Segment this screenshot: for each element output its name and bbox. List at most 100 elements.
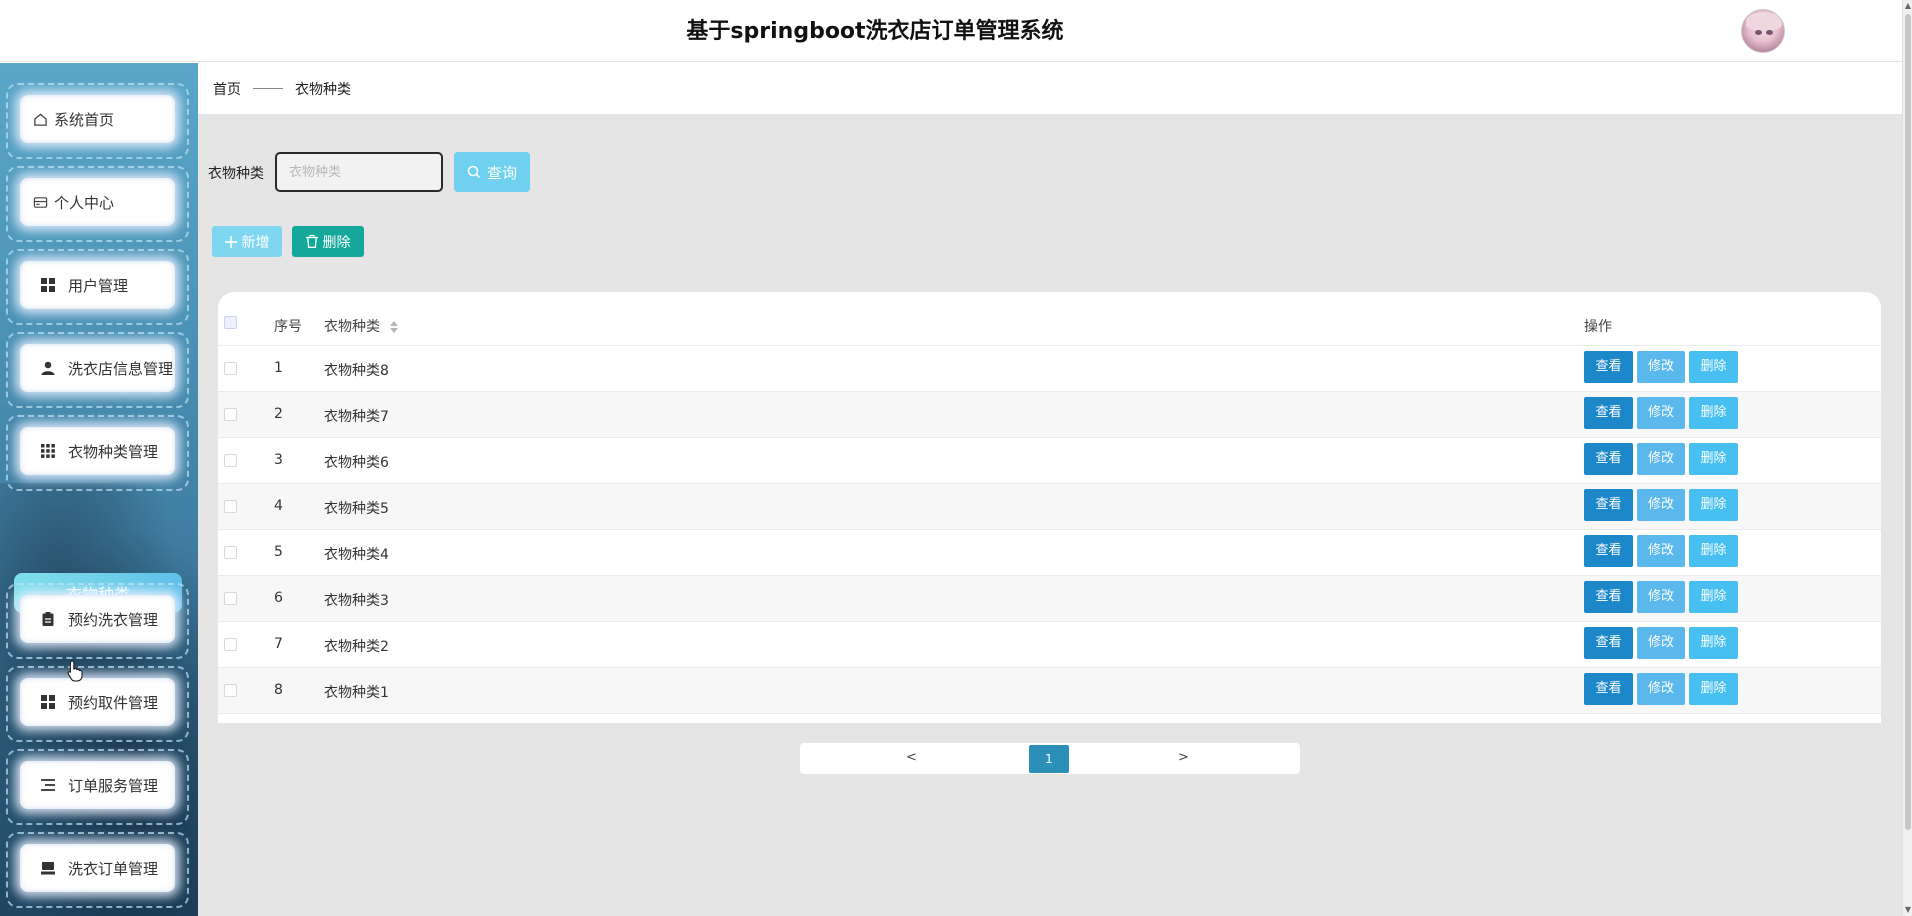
query-button[interactable]: 查询 bbox=[454, 152, 530, 192]
edit-button[interactable]: 修改 bbox=[1637, 489, 1685, 521]
main-content: 衣物种类 查询 新增 删除 序号 衣物种类 操作 1衣物种类8查看修改删除2衣物… bbox=[198, 115, 1902, 916]
row-checkbox[interactable] bbox=[224, 638, 237, 651]
table-row: 6 衣物种类3 查看 修改 删除 bbox=[218, 576, 1881, 622]
table-row: 8 衣物种类1 查看 修改 删除 bbox=[218, 668, 1881, 714]
row-clothing-type: 衣物种类7 bbox=[324, 409, 389, 425]
row-clothing-type: 衣物种类4 bbox=[324, 547, 389, 563]
edit-button[interactable]: 修改 bbox=[1637, 627, 1685, 659]
vertical-scrollbar[interactable]: ▲ ▼ bbox=[1902, 0, 1912, 916]
app-title: 基于springboot洗衣店订单管理系统 bbox=[686, 19, 1064, 44]
sidebar-item-laundry-orders[interactable]: 洗衣订单管理 bbox=[6, 832, 189, 908]
delete-button[interactable]: 删除 bbox=[1689, 581, 1738, 613]
mouse-cursor-icon bbox=[67, 660, 83, 682]
wallet-icon bbox=[32, 194, 48, 210]
sidebar-item-clothing-types[interactable]: 衣物种类管理 bbox=[6, 415, 189, 491]
select-all-checkbox[interactable] bbox=[224, 316, 237, 329]
avatar[interactable] bbox=[1741, 9, 1785, 53]
avatar-eye bbox=[1766, 30, 1773, 35]
sidebar-item-order-service[interactable]: 订单服务管理 bbox=[6, 749, 189, 825]
row-no: 1 bbox=[274, 360, 283, 376]
row-checkbox[interactable] bbox=[224, 362, 237, 375]
sidebar-item-label: 用户管理 bbox=[68, 276, 129, 295]
delete-button[interactable]: 删除 bbox=[1689, 489, 1738, 521]
pagination: < 1 > bbox=[800, 743, 1300, 774]
delete-button[interactable]: 删除 bbox=[1689, 627, 1738, 659]
row-no: 3 bbox=[274, 452, 283, 468]
delete-button[interactable]: 删除 bbox=[1689, 397, 1738, 429]
delete-button[interactable]: 删除 bbox=[1689, 535, 1738, 567]
grid-icon bbox=[40, 694, 56, 710]
sidebar-item-profile[interactable]: 个人中心 bbox=[6, 166, 189, 242]
sidebar-item-laundry-booking[interactable]: 预约洗衣管理 bbox=[6, 583, 189, 659]
edit-button[interactable]: 修改 bbox=[1637, 581, 1685, 613]
row-no: 4 bbox=[274, 498, 283, 514]
edit-button[interactable]: 修改 bbox=[1637, 397, 1685, 429]
batch-delete-button[interactable]: 删除 bbox=[292, 226, 364, 257]
table-row: 7 衣物种类2 查看 修改 删除 bbox=[218, 622, 1881, 668]
view-button[interactable]: 查看 bbox=[1584, 673, 1633, 705]
view-button[interactable]: 查看 bbox=[1584, 627, 1633, 659]
view-button[interactable]: 查看 bbox=[1584, 581, 1633, 613]
sidebar-item-label: 预约取件管理 bbox=[68, 693, 159, 712]
breadcrumb-home-link[interactable]: 首页 bbox=[213, 79, 241, 99]
sidebar-item-label: 个人中心 bbox=[54, 193, 115, 212]
apps-icon bbox=[40, 443, 56, 459]
next-page-button[interactable]: > bbox=[1178, 750, 1189, 765]
delete-button[interactable]: 删除 bbox=[1689, 443, 1738, 475]
scroll-down-icon[interactable]: ▼ bbox=[1903, 904, 1912, 916]
view-button[interactable]: 查看 bbox=[1584, 443, 1633, 475]
home-icon bbox=[32, 111, 48, 127]
sidebar-item-users[interactable]: 用户管理 bbox=[6, 249, 189, 325]
delete-button[interactable]: 删除 bbox=[1689, 673, 1738, 705]
edit-button[interactable]: 修改 bbox=[1637, 351, 1685, 383]
table-row: 2 衣物种类7 查看 修改 删除 bbox=[218, 392, 1881, 438]
avatar-hair bbox=[1746, 12, 1782, 30]
sidebar-item-home[interactable]: 系统首页 bbox=[6, 83, 189, 159]
sidebar-item-label: 系统首页 bbox=[54, 110, 115, 129]
scroll-up-icon[interactable]: ▲ bbox=[1903, 0, 1912, 12]
breadcrumb-current: 衣物种类 bbox=[295, 81, 351, 98]
delete-button[interactable]: 删除 bbox=[1689, 351, 1738, 383]
row-checkbox[interactable] bbox=[224, 408, 237, 421]
list-icon bbox=[40, 777, 56, 793]
breadcrumb: 首页 衣物种类 bbox=[198, 63, 1902, 115]
row-no: 6 bbox=[274, 590, 283, 606]
view-button[interactable]: 查看 bbox=[1584, 397, 1633, 429]
add-button[interactable]: 新增 bbox=[212, 226, 282, 257]
column-header-name[interactable]: 衣物种类 bbox=[324, 316, 399, 336]
top-bar: 基于springboot洗衣店订单管理系统 bbox=[0, 0, 1902, 62]
search-input[interactable] bbox=[275, 152, 443, 192]
query-button-label: 查询 bbox=[486, 164, 517, 182]
view-button[interactable]: 查看 bbox=[1584, 489, 1633, 521]
row-checkbox[interactable] bbox=[224, 546, 237, 559]
row-clothing-type: 衣物种类1 bbox=[324, 685, 389, 701]
edit-button[interactable]: 修改 bbox=[1637, 535, 1685, 567]
avatar-eye bbox=[1755, 30, 1762, 35]
row-clothing-type: 衣物种类6 bbox=[324, 455, 389, 471]
table-header: 序号 衣物种类 操作 bbox=[218, 292, 1881, 346]
row-no: 7 bbox=[274, 636, 283, 652]
row-checkbox[interactable] bbox=[224, 500, 237, 513]
prev-page-button[interactable]: < bbox=[906, 750, 917, 765]
edit-button[interactable]: 修改 bbox=[1637, 443, 1685, 475]
row-checkbox[interactable] bbox=[224, 454, 237, 467]
table-row: 4 衣物种类5 查看 修改 删除 bbox=[218, 484, 1881, 530]
sidebar-item-pickup-booking[interactable]: 预约取件管理 bbox=[6, 666, 189, 742]
view-button[interactable]: 查看 bbox=[1584, 351, 1633, 383]
breadcrumb-separator bbox=[253, 88, 283, 89]
row-checkbox[interactable] bbox=[224, 592, 237, 605]
sidebar-item-label: 洗衣店信息管理 bbox=[68, 359, 174, 378]
scrollbar-thumb[interactable] bbox=[1905, 14, 1911, 830]
row-clothing-type: 衣物种类2 bbox=[324, 639, 389, 655]
page-number-current[interactable]: 1 bbox=[1029, 745, 1069, 773]
plus-icon bbox=[224, 235, 237, 248]
edit-button[interactable]: 修改 bbox=[1637, 673, 1685, 705]
view-button[interactable]: 查看 bbox=[1584, 535, 1633, 567]
sort-icon[interactable] bbox=[390, 321, 399, 333]
sidebar-item-shop-info[interactable]: 洗衣店信息管理 bbox=[6, 332, 189, 408]
sidebar-item-label: 预约洗衣管理 bbox=[68, 610, 159, 629]
table-row: 1 衣物种类8 查看 修改 删除 bbox=[218, 346, 1881, 392]
row-no: 8 bbox=[274, 682, 283, 698]
sidebar: 系统首页 个人中心 用户管理 洗衣店信息管理 衣物种类管理 预约洗衣管理 预约取… bbox=[0, 63, 198, 916]
row-checkbox[interactable] bbox=[224, 684, 237, 697]
